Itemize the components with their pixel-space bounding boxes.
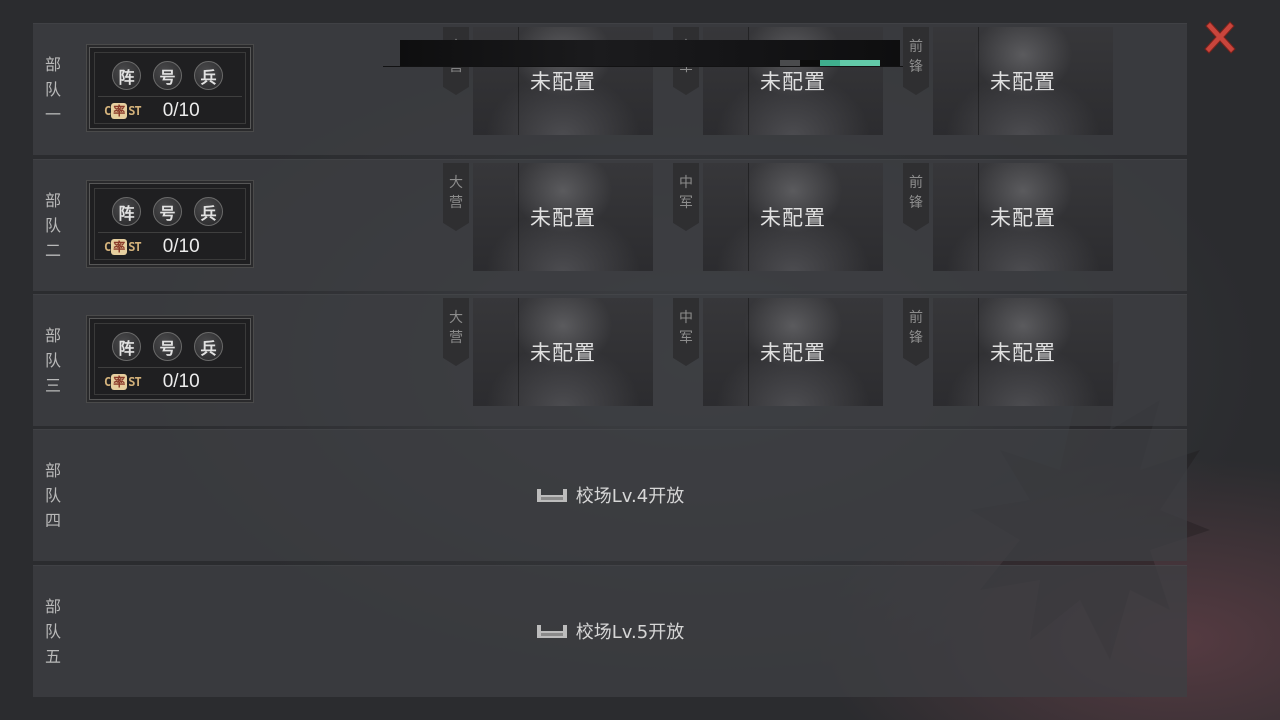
formation-tag[interactable]: 阵 <box>112 332 141 361</box>
slot-card[interactable]: 未配置 <box>933 298 1113 406</box>
slot-status: 未配置 <box>990 70 1056 94</box>
slot-card[interactable]: 未配置 <box>933 27 1113 135</box>
cost-logo-icon: C 率 ST <box>104 239 142 255</box>
formation-box[interactable]: 阵号兵 C 率 ST 0/10 <box>89 318 251 400</box>
slot-card[interactable]: 未配置 <box>703 298 883 406</box>
formation-tag[interactable]: 号 <box>153 197 182 226</box>
general-slot[interactable]: 前锋未配置 <box>903 298 1113 406</box>
divider <box>98 367 242 368</box>
formation-tag[interactable]: 兵 <box>194 332 223 361</box>
general-slot[interactable]: 大营未配置 <box>443 298 653 406</box>
slot-position-flag: 前锋 <box>903 27 929 95</box>
troop-panel: 部队三阵号兵 C 率 ST 0/10 大营未配置中军未配置前锋未配置 <box>33 294 1187 426</box>
general-slot[interactable]: 中军未配置 <box>673 163 883 271</box>
close-button[interactable] <box>1200 18 1240 58</box>
cost-value: 0/10 <box>162 371 200 392</box>
formation-tag[interactable]: 号 <box>153 332 182 361</box>
lock-barrier-icon <box>536 625 567 638</box>
general-slot[interactable]: 前锋未配置 <box>903 27 1113 135</box>
slot-card[interactable]: 未配置 <box>933 163 1113 271</box>
slot-status: 未配置 <box>760 206 826 230</box>
formation-box[interactable]: 阵号兵 C 率 ST 0/10 <box>89 47 251 129</box>
slot-card[interactable]: 未配置 <box>703 163 883 271</box>
general-slot[interactable]: 前锋未配置 <box>903 163 1113 271</box>
slot-status: 未配置 <box>760 341 826 365</box>
cost-value: 0/10 <box>162 100 200 121</box>
slot-card[interactable]: 未配置 <box>473 298 653 406</box>
slot-status: 未配置 <box>760 70 826 94</box>
troop-panel: 部队四校场Lv.4开放 <box>33 429 1187 561</box>
divider <box>98 232 242 233</box>
locked-notice: 校场Lv.4开放 <box>33 429 1187 561</box>
slot-status: 未配置 <box>530 70 596 94</box>
troop-panel: 部队二阵号兵 C 率 ST 0/10 大营未配置中军未配置前锋未配置 <box>33 159 1187 291</box>
slot-position-flag: 中军 <box>673 298 699 366</box>
slot-card[interactable]: 未配置 <box>473 163 653 271</box>
unlock-text: 校场Lv.5开放 <box>575 622 685 643</box>
top-bar-underline <box>383 66 903 67</box>
cost-value: 0/10 <box>162 236 200 257</box>
slot-status: 未配置 <box>530 206 596 230</box>
close-icon <box>1204 21 1236 54</box>
slot-position-flag: 前锋 <box>903 298 929 366</box>
slot-status: 未配置 <box>990 206 1056 230</box>
slot-position-flag: 前锋 <box>903 163 929 231</box>
slot-status: 未配置 <box>990 341 1056 365</box>
slot-position-flag: 大营 <box>443 163 469 231</box>
divider <box>98 96 242 97</box>
formation-tag[interactable]: 阵 <box>112 197 141 226</box>
top-status-bar <box>400 40 900 66</box>
slot-position-flag: 大营 <box>443 298 469 366</box>
troop-name: 部队二 <box>44 190 61 260</box>
cost-logo-icon: C 率 ST <box>104 103 142 119</box>
formation-tag[interactable]: 号 <box>153 61 182 90</box>
locked-notice: 校场Lv.5开放 <box>33 565 1187 697</box>
general-slot[interactable]: 大营未配置 <box>443 163 653 271</box>
cost-row: C 率 ST 0/10 <box>104 100 200 122</box>
slot-position-flag: 中军 <box>673 163 699 231</box>
formation-tag[interactable]: 兵 <box>194 197 223 226</box>
troop-name: 部队一 <box>44 54 61 124</box>
formation-tag[interactable]: 兵 <box>194 61 223 90</box>
cost-row: C 率 ST 0/10 <box>104 371 200 393</box>
slot-status: 未配置 <box>530 341 596 365</box>
unlock-text: 校场Lv.4开放 <box>575 486 685 507</box>
general-slot[interactable]: 中军未配置 <box>673 298 883 406</box>
cost-row: C 率 ST 0/10 <box>104 236 200 258</box>
troop-name: 部队三 <box>44 325 61 395</box>
cost-logo-icon: C 率 ST <box>104 374 142 390</box>
formation-box[interactable]: 阵号兵 C 率 ST 0/10 <box>89 183 251 265</box>
formation-tag[interactable]: 阵 <box>112 61 141 90</box>
troop-panel: 部队五校场Lv.5开放 <box>33 565 1187 697</box>
lock-barrier-icon <box>536 489 567 502</box>
